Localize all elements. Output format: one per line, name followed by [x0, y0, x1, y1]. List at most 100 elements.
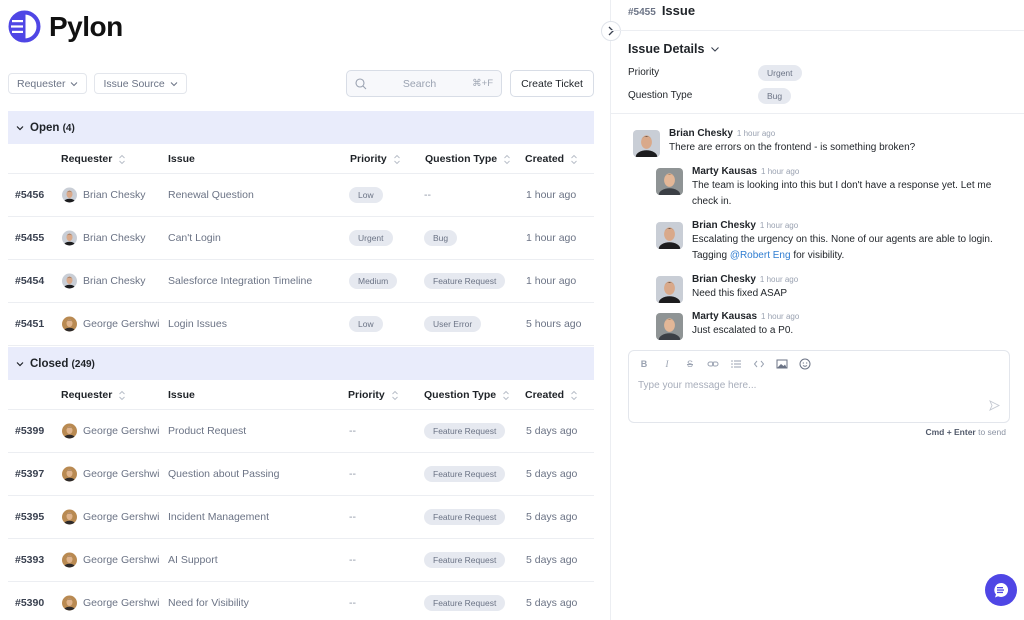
chat-bubble-icon [992, 581, 1010, 599]
ticket-id: #5395 [15, 511, 44, 523]
emoji-icon[interactable] [799, 358, 811, 370]
author-name: Marty Kausas [692, 166, 757, 177]
logo: Pylon [8, 10, 123, 43]
priority-empty: -- [349, 468, 356, 480]
ticket-id: #5399 [15, 425, 44, 437]
chevron-down-icon [16, 124, 24, 132]
search-input[interactable]: Search ⌘+F [346, 70, 502, 97]
question-type-pill: Feature Request [424, 466, 505, 482]
ticket-id: #5393 [15, 554, 44, 566]
table-row[interactable]: #5451 George Gershwi Login Issues LowUse… [8, 303, 594, 346]
image-icon[interactable] [776, 358, 788, 370]
requester-avatar [62, 317, 77, 332]
sort-icon [393, 154, 401, 165]
ticket-id: #5454 [15, 275, 44, 287]
message-input[interactable]: Type your message here... [638, 380, 756, 391]
message-composer[interactable]: B I S Type your message here... [628, 350, 1010, 423]
formatting-toolbar: B I S [638, 358, 811, 370]
message-time: 1 hour ago [760, 275, 798, 284]
detail-label: Priority [628, 67, 659, 78]
requester-avatar [62, 424, 77, 439]
col-issue[interactable]: Issue [168, 153, 195, 165]
message-text: The team is looking into this but I don'… [692, 178, 1017, 210]
priority-pill[interactable]: Urgent [758, 65, 802, 81]
priority-cell: Medium [349, 273, 397, 289]
author-name: Brian Chesky [692, 274, 756, 285]
ticket-list-pane: Pylon Requester Issue Source Search ⌘+F … [0, 0, 610, 620]
issue-number: #5455 [628, 7, 656, 18]
question-type-cell: Feature Request [424, 423, 505, 439]
table-row[interactable]: #5390 George Gershwi Need for Visibility… [8, 582, 594, 620]
col-priority[interactable]: Priority [350, 153, 401, 165]
chevron-down-icon [70, 80, 78, 88]
message-time: 1 hour ago [761, 167, 799, 176]
question-type-cell: User Error [424, 316, 481, 332]
col-issue[interactable]: Issue [168, 389, 195, 401]
ticket-id: #5455 [15, 232, 44, 244]
table-row[interactable]: #5395 George Gershwi Incident Management… [8, 496, 594, 539]
bold-icon[interactable]: B [638, 358, 650, 370]
table-row[interactable]: #5397 George Gershwi Question about Pass… [8, 453, 594, 496]
question-type-pill: User Error [424, 316, 481, 332]
section-open-header[interactable]: Open (4) [8, 111, 594, 144]
col-created[interactable]: Created [525, 389, 578, 401]
table-row[interactable]: #5455 Brian Chesky Can't Login UrgentBug… [8, 217, 594, 260]
author-avatar [656, 222, 683, 249]
created-time: 5 days ago [526, 511, 577, 523]
ticket-id: #5456 [15, 189, 44, 201]
col-question-type[interactable]: Question Type [425, 153, 511, 165]
priority-cell: Urgent [349, 230, 393, 246]
mention-link[interactable]: @Robert Eng [730, 250, 791, 261]
col-created[interactable]: Created [525, 153, 578, 165]
ticket-id: #5451 [15, 318, 44, 330]
chevron-down-icon [16, 360, 24, 368]
issue-title: Can't Login [168, 232, 221, 244]
created-time: 1 hour ago [526, 275, 576, 287]
col-requester[interactable]: Requester [61, 153, 126, 165]
question-type-pill: Feature Request [424, 595, 505, 611]
question-type-pill[interactable]: Bug [758, 88, 791, 104]
create-ticket-button[interactable]: Create Ticket [510, 70, 594, 97]
col-requester[interactable]: Requester [61, 389, 126, 401]
issue-details-title: Issue Details [628, 42, 704, 56]
section-closed-header[interactable]: Closed (249) [8, 347, 594, 380]
section-title: Open (4) [30, 122, 75, 134]
requester-name: Brian Chesky [83, 189, 145, 201]
author-avatar [656, 313, 683, 340]
table-row[interactable]: #5399 George Gershwi Product Request --F… [8, 410, 594, 453]
italic-icon[interactable]: I [661, 358, 673, 370]
bullet-list-icon[interactable] [730, 358, 742, 370]
table-row[interactable]: #5456 Brian Chesky Renewal Question Low-… [8, 174, 594, 217]
priority-empty: -- [349, 425, 356, 437]
created-time: 5 days ago [526, 554, 577, 566]
question-type-cell: Feature Request [424, 595, 505, 611]
send-icon[interactable] [989, 400, 1000, 411]
strikethrough-icon[interactable]: S [684, 358, 696, 370]
requester-name: George Gershwi [83, 511, 159, 523]
col-question-type[interactable]: Question Type [424, 389, 510, 401]
chat-widget-button[interactable] [985, 574, 1017, 606]
code-icon[interactable] [753, 358, 765, 370]
header-divider [611, 30, 1024, 31]
table-row[interactable]: #5454 Brian Chesky Salesforce Integratio… [8, 260, 594, 303]
priority-empty: -- [349, 511, 356, 523]
priority-pill: Low [349, 316, 383, 332]
detail-question-type: Question Type Bug [628, 90, 692, 101]
filter-requester[interactable]: Requester [8, 73, 87, 94]
created-time: 5 days ago [526, 425, 577, 437]
question-type-cell: Feature Request [424, 273, 505, 289]
search-shortcut: ⌘+F [472, 78, 493, 89]
issue-header: #5455 Issue [628, 3, 695, 18]
requester-avatar [62, 510, 77, 525]
created-time: 1 hour ago [526, 232, 576, 244]
link-icon[interactable] [707, 358, 719, 370]
filter-label: Requester [17, 78, 65, 90]
issue-details-toggle[interactable]: Issue Details [628, 42, 720, 56]
filter-bar: Requester Issue Source [8, 73, 187, 94]
created-time: 1 hour ago [526, 189, 576, 201]
table-row[interactable]: #5393 George Gershwi AI Support --Featur… [8, 539, 594, 582]
col-priority[interactable]: Priority [348, 389, 399, 401]
table-header-closed: Requester Issue Priority Question Type C… [8, 380, 594, 410]
filter-issue-source[interactable]: Issue Source [94, 73, 186, 94]
priority-pill: Urgent [349, 230, 393, 246]
